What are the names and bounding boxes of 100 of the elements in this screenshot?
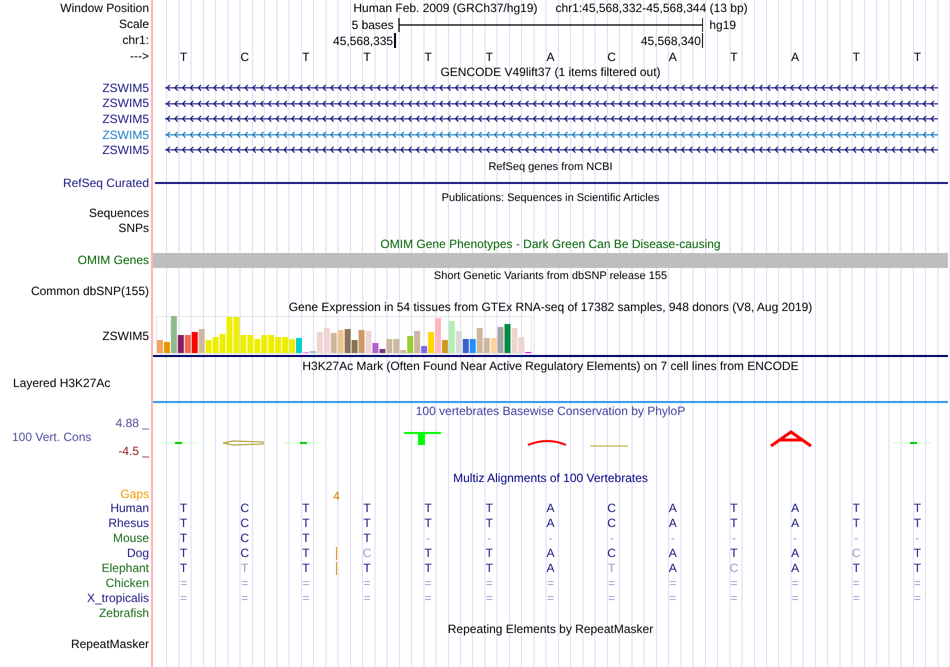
base-letter: T: [302, 501, 310, 516]
species-label: Human: [110, 501, 149, 516]
base-letter: A: [791, 49, 800, 66]
base-letter: =: [852, 591, 860, 606]
base-letter: =: [364, 576, 371, 590]
base-letter: =: [730, 591, 738, 606]
gap-count: 4: [333, 488, 340, 505]
species-label: Mouse: [112, 531, 149, 546]
species-label: Elephant: [102, 561, 149, 576]
species-label: Dog: [126, 546, 149, 560]
base-letter: A: [791, 561, 800, 576]
base-letter: T: [914, 501, 922, 516]
base-letter: T: [180, 501, 188, 516]
track-label: RefSeq Curated: [62, 176, 149, 190]
base-letter: =: [364, 591, 371, 606]
gene-label: ZSWIM5: [102, 80, 149, 95]
base-letter: T: [486, 49, 494, 66]
track-label: ZSWIM5: [102, 329, 149, 344]
track-label: 100 Vert. Cons: [11, 430, 92, 444]
species-label: Rhesus: [108, 516, 149, 530]
base-letter: -: [915, 531, 920, 546]
base-letter: T: [424, 546, 432, 560]
base-letter: T: [730, 49, 738, 66]
row-label: chr1:: [122, 33, 149, 47]
base-letter: -: [610, 531, 614, 546]
base-letter: T: [486, 516, 494, 530]
base-letter: T: [424, 49, 432, 66]
base-letter: T: [241, 561, 248, 576]
track-title: Gene Expression in 54 tissues from GTEx RNA-seq of 17382 samples, 948 donors (V8, Aug 2019): [288, 299, 812, 316]
base-letter: =: [608, 576, 616, 590]
base-letter: T: [424, 561, 432, 576]
position-text: chr1:45,568,332-45,568,344 (13 bp): [555, 0, 748, 17]
ruler-position: 45,568,335: [333, 34, 394, 48]
base-letter: T: [730, 516, 738, 530]
base-letter: -: [426, 531, 430, 546]
gene-label: ZSWIM5: [102, 112, 149, 126]
gene-label: ZSWIM5: [102, 128, 149, 142]
base-letter: =: [180, 591, 188, 606]
track-title: H3K27Ac Mark (Often Found Near Active Regulatory Elements) on 7 cell lines from ENCODE: [302, 358, 799, 376]
track-title: Multiz Alignments of 100 Vertebrates: [453, 470, 648, 488]
axis-max-label: 4.88 _: [116, 416, 149, 430]
base-letter: T: [424, 516, 432, 530]
ruler-tick: [702, 33, 704, 48]
track-title: Publications: Sequences in Scientific Articles: [442, 190, 660, 206]
base-letter: T: [486, 561, 494, 576]
base-letter: -: [793, 531, 798, 546]
track-label: OMIM Genes: [78, 253, 149, 268]
base-letter: =: [546, 591, 554, 606]
base-letter: -: [854, 531, 858, 546]
base-letter: T: [302, 531, 310, 546]
base-letter: T: [914, 546, 922, 560]
base-letter: A: [546, 516, 554, 530]
base-letter: T: [730, 546, 738, 560]
base-letter: T: [486, 546, 494, 560]
base-letter: =: [730, 576, 738, 590]
base-letter: C: [240, 501, 250, 516]
base-letter: =: [669, 576, 676, 590]
track-label: Common dbSNP(155): [30, 284, 149, 298]
base-letter: A: [546, 49, 554, 66]
base-letter: T: [914, 516, 922, 530]
base-letter: C: [240, 546, 250, 560]
base-letter: C: [607, 546, 616, 560]
base-letter: T: [363, 561, 371, 576]
base-letter: A: [668, 516, 677, 530]
track-label: Layered H3K27Ac: [13, 376, 110, 390]
base-letter: C: [730, 561, 738, 576]
base-letter: T: [363, 49, 371, 66]
base-letter: T: [852, 561, 860, 576]
base-letter: T: [302, 516, 310, 530]
base-letter: C: [240, 49, 250, 66]
species-label: Chicken: [106, 576, 149, 590]
base-letter: A: [668, 49, 677, 66]
base-letter: T: [302, 546, 310, 560]
base-letter: T: [486, 501, 494, 516]
base-letter: T: [914, 49, 922, 66]
base-letter: T: [180, 531, 188, 546]
base-letter: T: [302, 561, 310, 576]
base-letter: A: [668, 501, 677, 516]
species-label: X_tropicalis: [86, 591, 149, 606]
gene-label: ZSWIM5: [102, 96, 149, 110]
base-letter: T: [608, 561, 616, 576]
base-letter: C: [362, 546, 372, 560]
base-letter: T: [363, 516, 371, 530]
base-letter: C: [607, 516, 616, 530]
base-letter: =: [792, 576, 799, 590]
base-letter: A: [668, 546, 677, 560]
base-letter: =: [914, 576, 921, 590]
track-label: RepeatMasker: [70, 637, 149, 652]
row-label: Scale: [118, 17, 149, 31]
track-title: Repeating Elements by RepeatMasker: [448, 620, 654, 638]
base-letter: C: [852, 546, 861, 560]
base-letter: =: [424, 576, 432, 590]
base-letter: A: [546, 501, 554, 516]
assembly-name: Human Feb. 2009 (GRCh37/hg19): [353, 0, 538, 17]
assembly-label: hg19: [709, 18, 736, 32]
track-title: Short Genetic Variants from dbSNP release 155: [434, 268, 668, 284]
base-letter: =: [792, 591, 799, 606]
base-letter: A: [668, 561, 677, 576]
species-label: Zebrafish: [98, 606, 149, 620]
base-letter: T: [852, 49, 860, 66]
